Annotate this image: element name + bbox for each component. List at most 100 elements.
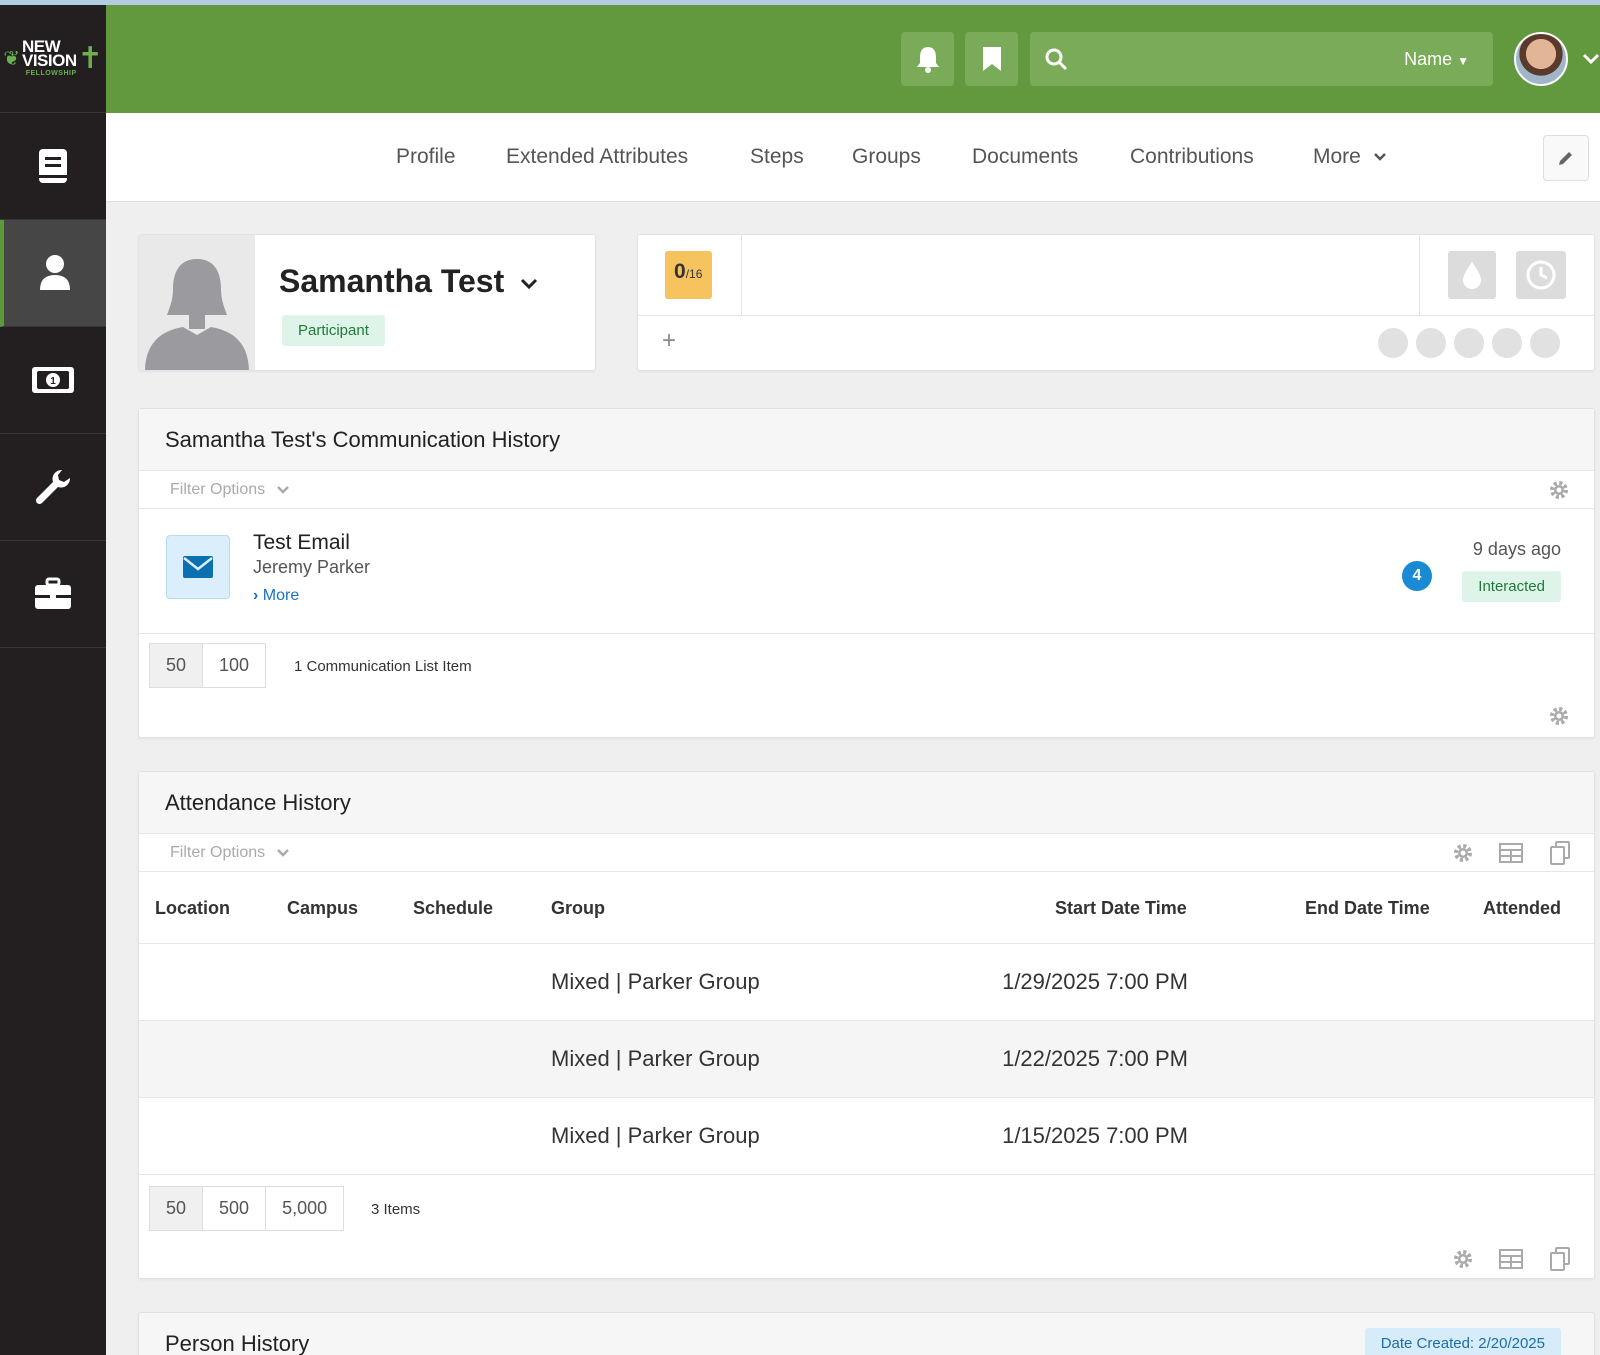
tab-extended-attributes[interactable]: Extended Attributes: [506, 145, 688, 169]
search-type-label: Name: [1404, 49, 1453, 69]
sidebar-item-people[interactable]: [0, 220, 106, 327]
gear-icon[interactable]: [1548, 705, 1570, 727]
communication-list-item[interactable]: Test Email Jeremy Parker › More 4 9 days…: [139, 509, 1594, 634]
water-drop-icon: [1463, 262, 1481, 289]
table-row[interactable]: Mixed | Parker Group 1/29/2025 7:00 PM: [139, 944, 1594, 1021]
search-icon: [1045, 48, 1068, 71]
sidebar-item-admin[interactable]: [0, 541, 106, 648]
divider: [741, 235, 742, 315]
person-name[interactable]: Samantha Test: [279, 263, 539, 300]
clock-icon: [1526, 260, 1556, 290]
tab-contributions[interactable]: Contributions: [1130, 145, 1254, 169]
caret-down-icon: ▼: [1457, 54, 1469, 68]
cross-icon: ✝: [77, 42, 103, 75]
search-bar[interactable]: Name ▼: [1030, 32, 1493, 86]
tab-steps[interactable]: Steps: [750, 145, 804, 169]
filter-options-toggle[interactable]: Filter Options: [170, 481, 290, 499]
key-icon[interactable]: [1530, 328, 1560, 358]
logo[interactable]: ❦ NEW VISION FELLOWSHIP ✝: [0, 5, 106, 113]
divider: [638, 315, 1594, 316]
tab-more[interactable]: More: [1313, 145, 1387, 169]
copy-icon[interactable]: [1550, 841, 1570, 865]
logo-line2: VISION: [22, 51, 77, 70]
edit-person-button[interactable]: [1543, 135, 1589, 181]
cell-start-date: 1/29/2025 7:00 PM: [1002, 969, 1188, 994]
connection-icon[interactable]: [1378, 328, 1408, 358]
add-step-icon[interactable]: +: [662, 327, 676, 355]
filter-options-label: Filter Options: [170, 844, 266, 861]
items-count: 3 Items: [371, 1201, 421, 1218]
tab-documents[interactable]: Documents: [972, 145, 1078, 169]
steps-card: 0/16 +: [637, 234, 1595, 371]
history-step-button[interactable]: [1516, 251, 1566, 299]
column-header-campus[interactable]: Campus: [287, 898, 358, 919]
page-size-100[interactable]: 100: [202, 643, 267, 688]
baptism-step-button[interactable]: [1448, 251, 1496, 299]
gear-icon[interactable]: [1452, 1248, 1474, 1270]
page-size-selector: 50 500 5,000: [149, 1186, 345, 1231]
filter-row: Filter Options: [139, 834, 1594, 872]
theater-masks-icon[interactable]: [1454, 328, 1484, 358]
chevron-down-icon[interactable]: [1582, 52, 1600, 66]
tab-groups[interactable]: Groups: [852, 145, 921, 169]
table-row[interactable]: Mixed | Parker Group 1/15/2025 7:00 PM: [139, 1098, 1594, 1175]
column-header-group[interactable]: Group: [551, 898, 605, 919]
cell-group: Mixed | Parker Group: [551, 969, 760, 994]
communication-subject: Test Email: [253, 531, 350, 554]
divider: [1419, 235, 1420, 315]
bell-icon: [916, 47, 939, 73]
person-bio-card: Samantha Test Participant: [138, 234, 596, 371]
page-size-500[interactable]: 500: [202, 1186, 267, 1231]
cell-start-date: 1/15/2025 7:00 PM: [1002, 1123, 1188, 1148]
page-size-50[interactable]: 50: [149, 643, 204, 688]
tab-profile[interactable]: Profile: [396, 145, 456, 169]
email-type-badge: [166, 535, 230, 599]
table-icon[interactable]: [1499, 1249, 1523, 1269]
person-history-title: Person History: [165, 1331, 310, 1355]
user-avatar[interactable]: [1514, 32, 1568, 86]
sidebar-item-tools[interactable]: [0, 434, 106, 541]
table-row[interactable]: Mixed | Parker Group 1/22/2025 7:00 PM: [139, 1021, 1594, 1098]
chart-icon[interactable]: [1492, 328, 1522, 358]
svg-text:1: 1: [50, 376, 56, 387]
gear-icon[interactable]: [1548, 479, 1570, 501]
book-icon: [39, 149, 67, 183]
panel-header: Attendance History: [139, 772, 1594, 834]
steps-progress-badge[interactable]: 0/16: [665, 251, 712, 299]
user-icon: [40, 255, 70, 290]
interaction-count-badge: 4: [1402, 561, 1432, 591]
chevron-right-icon: ›: [253, 587, 259, 604]
table-header: Location Campus Schedule Group Start Dat…: [139, 872, 1594, 944]
sidebar-item-book[interactable]: [0, 113, 106, 220]
column-header-attended[interactable]: Attended: [1483, 898, 1561, 919]
copy-icon[interactable]: [1550, 1247, 1570, 1271]
money-icon: 1: [32, 367, 74, 393]
gear-icon[interactable]: [1452, 842, 1474, 864]
communication-history-panel: Samantha Test's Communication History Fi…: [138, 408, 1595, 738]
page-size-selector: 50 100: [149, 643, 267, 688]
envelope-icon: [183, 556, 213, 578]
sidebar-item-finance[interactable]: 1: [0, 327, 106, 434]
steps-completed: 0: [674, 260, 686, 283]
communication-history-title: Samantha Test's Communication History: [165, 427, 561, 452]
person-tabs: Profile Extended Attributes Steps Groups…: [106, 113, 1600, 202]
table-icon[interactable]: [1499, 843, 1523, 863]
attendance-history-panel: Attendance History Filter Options Locati…: [138, 771, 1595, 1279]
column-header-end-date[interactable]: End Date Time: [1305, 898, 1430, 919]
gift-icon[interactable]: [1416, 328, 1446, 358]
steps-total: /16: [685, 267, 703, 281]
tab-more-label: More: [1313, 145, 1361, 168]
column-header-start-date[interactable]: Start Date Time: [1055, 898, 1187, 919]
column-header-location[interactable]: Location: [155, 898, 230, 919]
filter-options-toggle[interactable]: Filter Options: [170, 844, 290, 862]
notifications-button[interactable]: [901, 32, 954, 86]
column-header-schedule[interactable]: Schedule: [413, 898, 493, 919]
page-size-50[interactable]: 50: [149, 1186, 204, 1231]
attendance-history-title: Attendance History: [165, 790, 351, 815]
bookmarks-button[interactable]: [965, 32, 1018, 86]
chevron-down-icon: [276, 848, 289, 857]
page-size-5000[interactable]: 5,000: [265, 1186, 345, 1231]
more-details-link[interactable]: › More: [253, 587, 299, 605]
search-type-dropdown[interactable]: Name ▼: [1404, 49, 1469, 70]
person-history-panel: Person History Date Created: 2/20/2025: [138, 1312, 1595, 1355]
